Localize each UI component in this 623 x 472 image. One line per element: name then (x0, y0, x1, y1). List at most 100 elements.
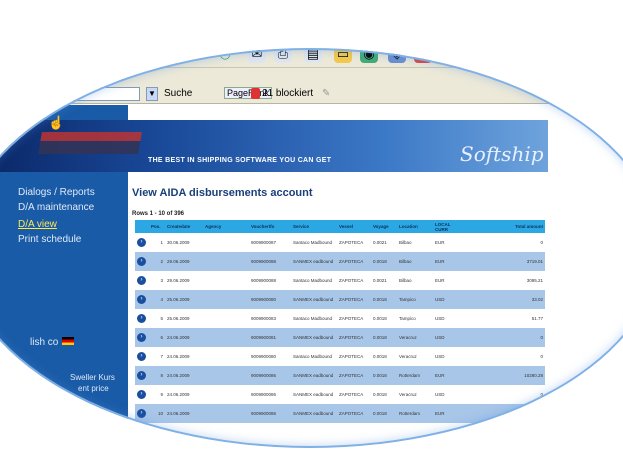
page-number[interactable]: 8 (305, 455, 307, 459)
sidebar-link-kurs[interactable]: Sweller Kurs (70, 373, 115, 382)
page-dot[interactable] (300, 449, 304, 453)
address-input[interactable]: oftship.com/ (0, 70, 96, 82)
discuss-icon[interactable]: ▭ (334, 45, 352, 63)
table-row[interactable]: › 8 24.06.2009 9009900086 SANMEX eadbound ZAP… (135, 366, 545, 385)
view-row-icon[interactable]: › (135, 309, 149, 328)
page-number[interactable]: 1 (200, 455, 202, 459)
page-dot[interactable] (270, 449, 274, 453)
page-dot[interactable] (315, 449, 319, 453)
table-row[interactable]: › 3 29.06.2009 9009900088 Santaco Madbound ZA… (135, 271, 545, 290)
col-header-voyage[interactable]: Voyage (371, 220, 397, 233)
page-dot[interactable] (195, 449, 199, 453)
page-number[interactable]: 10 (335, 455, 339, 459)
page-dot[interactable] (390, 449, 394, 453)
table-row[interactable]: › 9 24.06.2009 9009900086 SANMEX eadbound ZAP… (135, 385, 545, 404)
edit-icon[interactable]: ▤ (304, 45, 322, 63)
favorites-icon[interactable]: ★ (192, 45, 210, 63)
view-row-icon[interactable]: › (135, 233, 149, 252)
table-row[interactable]: › 5 25.06.2009 9009900083 Santaco Madbound ZA… (135, 309, 545, 328)
page-number[interactable]: 5 (260, 455, 262, 459)
col-header-createdate[interactable]: Createdate (165, 220, 203, 233)
highlight-icon[interactable]: ✎ (322, 88, 330, 99)
history-icon[interactable]: ◷ (216, 45, 234, 63)
view-row-icon[interactable]: › (135, 404, 149, 423)
mail-icon[interactable]: ✉ (248, 45, 266, 63)
page-dot[interactable] (405, 449, 409, 453)
col-header-service[interactable]: Service (291, 220, 337, 233)
view-row-icon[interactable]: › (135, 366, 149, 385)
arrow-right-icon[interactable]: › (137, 352, 146, 361)
menu-extras[interactable]: Extras (185, 25, 216, 37)
arrow-right-icon[interactable]: › (137, 333, 146, 342)
page-dot[interactable] (435, 449, 439, 453)
col-header-local-curr[interactable]: LOCAL CURR (433, 220, 461, 233)
arrow-right-icon[interactable]: › (137, 409, 146, 418)
col-header-agency[interactable]: Agency (203, 220, 249, 233)
language-link[interactable]: lish co (30, 337, 58, 348)
col-header-location[interactable]: Location (397, 220, 433, 233)
table-row[interactable]: › 6 24.06.2009 9009900081 SANMEX eadbound ZAP… (135, 328, 545, 347)
search-icon[interactable]: ⌕ (168, 45, 186, 63)
sidebar-item-da-view[interactable]: D/A view (18, 219, 57, 230)
page-dot[interactable] (420, 449, 424, 453)
table-row[interactable]: › 2 29.06.2009 9009900088 SANMEX eadbound ZAP… (135, 252, 545, 271)
page-number[interactable]: 11 (350, 455, 354, 459)
page-number[interactable]: 4 (245, 455, 247, 459)
home-icon[interactable]: ⌂ (140, 45, 158, 63)
messenger-icon[interactable]: ◉ (360, 45, 378, 63)
page-dot[interactable] (210, 449, 214, 453)
view-row-icon[interactable]: › (135, 328, 149, 347)
search-field[interactable] (0, 87, 140, 101)
page-number[interactable]: 16 (425, 455, 429, 459)
arrow-right-icon[interactable]: › (137, 390, 146, 399)
folder-icon[interactable]: ▣ (440, 45, 458, 63)
print-icon[interactable]: ⎙ (274, 45, 292, 63)
page-dot[interactable] (330, 449, 334, 453)
col-header-vessel[interactable]: Vessel (337, 220, 371, 233)
research-icon[interactable]: ◈ (388, 45, 406, 63)
page-number[interactable]: 3 (230, 455, 232, 459)
view-row-icon[interactable]: › (135, 290, 149, 309)
table-row[interactable]: › 7 24.06.2009 9009900080 Santaco Madbound ZA… (135, 347, 545, 366)
page-number[interactable]: 12 (365, 455, 369, 459)
menu-help[interactable]: ? (218, 25, 224, 37)
chevron-down-icon[interactable]: ▼ (146, 87, 158, 101)
page-dot[interactable] (375, 449, 379, 453)
sidebar-item-print-schedule[interactable]: Print schedule (18, 234, 81, 245)
arrow-right-icon[interactable]: › (137, 238, 146, 247)
arrow-right-icon[interactable]: › (137, 257, 146, 266)
page-dot[interactable] (285, 449, 289, 453)
page-number[interactable]: 17 (440, 455, 444, 459)
page-number[interactable]: 2 (215, 455, 217, 459)
view-row-icon[interactable]: › (135, 271, 149, 290)
page-number[interactable]: 14 (395, 455, 399, 459)
table-row[interactable]: › 1 30.06.2009 9009900087 Santaco Madbound ZA… (135, 233, 545, 252)
softship-logo[interactable]: Softship (460, 142, 544, 166)
table-row[interactable]: › 10 24.06.2009 9009900086 SANMEX eadbound ZA… (135, 404, 545, 423)
search-button[interactable]: Suche (164, 88, 192, 99)
arrow-right-icon[interactable]: › (137, 371, 146, 380)
page-number[interactable]: 15 (410, 455, 414, 459)
arrow-right-icon[interactable]: › (137, 295, 146, 304)
german-flag-icon[interactable] (62, 337, 74, 345)
sidebar-item-da-maintenance[interactable]: D/A maintenance (18, 202, 94, 213)
sidebar-link-price[interactable]: ent price (78, 384, 109, 393)
page-dot[interactable] (240, 449, 244, 453)
page-number[interactable]: 13 (380, 455, 384, 459)
page-dot[interactable] (255, 449, 259, 453)
view-row-icon[interactable]: › (135, 252, 149, 271)
arrow-right-icon[interactable]: › (137, 314, 146, 323)
page-number[interactable]: 7 (290, 455, 292, 459)
page-number[interactable]: 6 (275, 455, 277, 459)
sidebar-item-dialogs-reports[interactable]: Dialogs / Reports (18, 187, 95, 198)
page-number[interactable]: 9 (320, 455, 322, 459)
page-dot[interactable] (360, 449, 364, 453)
col-header-total[interactable]: Total amount (461, 220, 545, 233)
popup-blocked-count[interactable]: 21 blockiert (262, 88, 313, 99)
col-header-pos[interactable]: Pos. (149, 220, 165, 233)
bluetooth-icon[interactable]: ◆ (414, 45, 432, 63)
page-dot[interactable] (345, 449, 349, 453)
view-row-icon[interactable]: › (135, 347, 149, 366)
col-header-voucher[interactable]: Vouchertfo (249, 220, 291, 233)
page-dot[interactable] (225, 449, 229, 453)
